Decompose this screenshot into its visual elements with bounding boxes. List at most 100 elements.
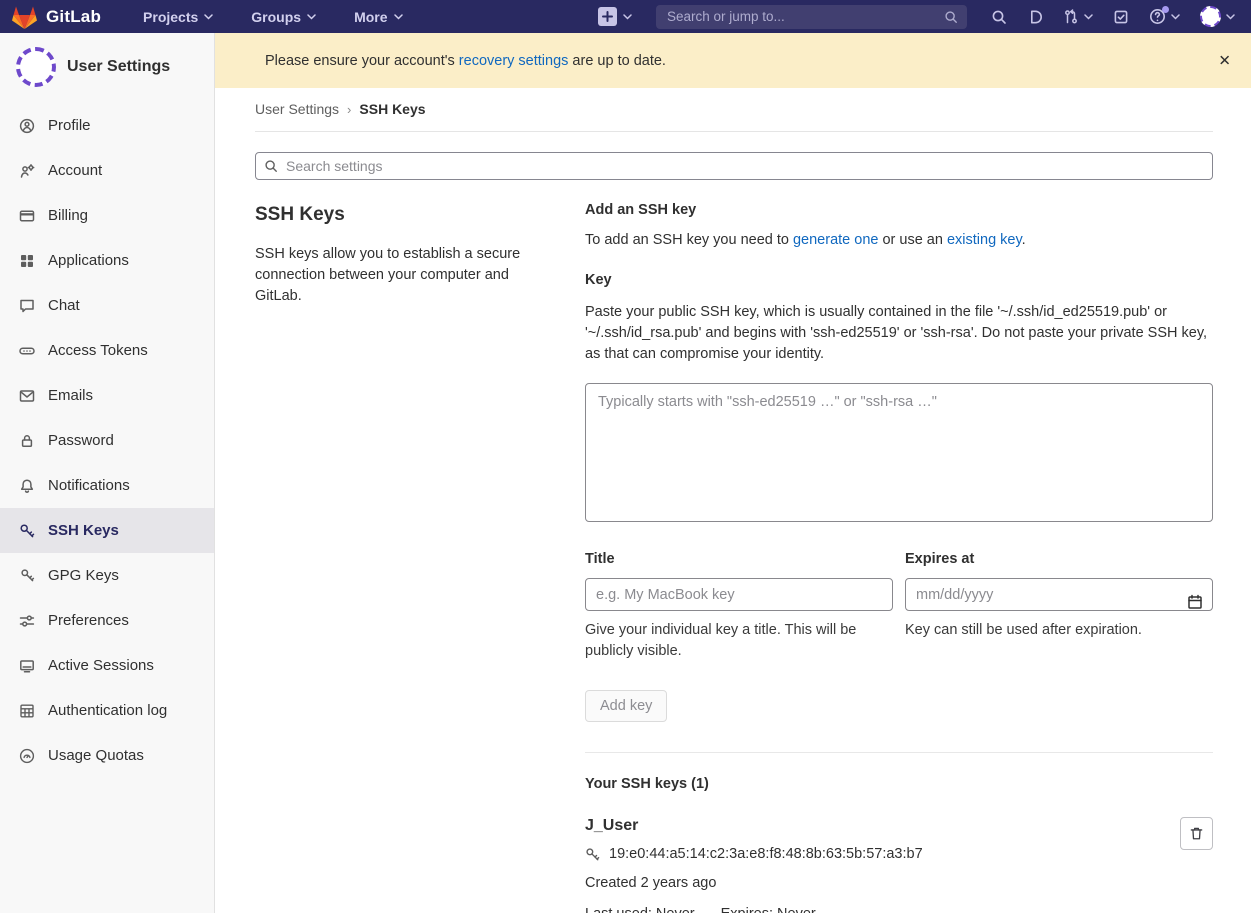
notification-dot [1162, 6, 1169, 13]
sidebar-item-applications[interactable]: Applications [0, 238, 214, 283]
global-search-input[interactable] [665, 8, 944, 25]
expires-field-help: Key can still be used after expiration. [905, 620, 1213, 641]
sidebar-item-label: Access Tokens [48, 342, 148, 359]
alert-text-after: are up to date. [568, 53, 666, 69]
your-ssh-keys-heading: Your SSH keys (1) [585, 776, 1213, 792]
main-content: Please ensure your account's recovery se… [215, 33, 1251, 913]
alert-close-button[interactable]: ✕ [1214, 49, 1235, 72]
breadcrumb: User Settings › SSH Keys [255, 88, 1213, 132]
nav-todos-button[interactable] [1113, 9, 1129, 25]
chevron-down-icon [307, 14, 316, 20]
intro-text-before: To add an SSH key you need to [585, 232, 793, 248]
sidebar-item-label: SSH Keys [48, 522, 119, 539]
nav-more-label: More [354, 9, 387, 25]
sidebar-item-label: Account [48, 162, 102, 179]
chevron-down-icon [1084, 14, 1093, 20]
ssh-key-name: J_User [585, 817, 923, 835]
merge-request-icon [1063, 9, 1079, 25]
alert-text: Please ensure your account's recovery se… [265, 53, 666, 69]
title-field: Title Give your individual key a title. … [585, 551, 893, 662]
ssh-key-meta: Last used: Never Expires: Never [585, 906, 923, 913]
nav-search-button[interactable] [991, 9, 1007, 25]
expires-field: Expires at Key can still be used after e… [905, 551, 1213, 662]
gitlab-app: GitLab Projects Groups More [0, 0, 1251, 913]
ssh-key-fingerprint-row: 19:e0:44:a5:14:c2:3a:e8:f8:48:8b:63:5b:5… [585, 846, 923, 862]
sidebar-item-active-sessions[interactable]: Active Sessions [0, 643, 214, 688]
sidebar-item-chat[interactable]: Chat [0, 283, 214, 328]
title-input[interactable] [585, 578, 893, 611]
ssh-key-expires: Expires: Never [721, 906, 816, 913]
generate-one-link[interactable]: generate one [793, 232, 878, 248]
sidebar-item-label: Password [48, 432, 114, 449]
expires-at-input[interactable] [905, 578, 1213, 611]
settings-sidebar: User Settings Profile Account Billing [0, 33, 215, 913]
sidebar-item-label: Usage Quotas [48, 747, 144, 764]
existing-key-link[interactable]: existing key [947, 232, 1022, 248]
search-icon [944, 10, 958, 24]
nav-more[interactable]: More [354, 9, 402, 25]
todo-check-icon [1113, 9, 1129, 25]
sidebar-item-account[interactable]: Account [0, 148, 214, 193]
user-avatar [16, 47, 56, 87]
nav-merge-requests-button[interactable] [1063, 9, 1093, 25]
sidebar-nav: Profile Account Billing Applications Cha [0, 103, 214, 778]
nav-issues-button[interactable] [1027, 9, 1043, 25]
search-icon [264, 159, 278, 178]
ssh-key-created: Created 2 years ago [585, 875, 923, 891]
ssh-key-list-item: J_User 19:e0:44:a5:14:c2:3a:e8:f8:48:8b:… [585, 817, 1213, 913]
sidebar-item-access-tokens[interactable]: Access Tokens [0, 328, 214, 373]
title-expiry-row: Title Give your individual key a title. … [585, 551, 1213, 662]
sidebar-item-billing[interactable]: Billing [0, 193, 214, 238]
applications-icon [19, 253, 35, 269]
sidebar-item-authentication-log[interactable]: Authentication log [0, 688, 214, 733]
sidebar-item-password[interactable]: Password [0, 418, 214, 463]
sidebar-item-emails[interactable]: Emails [0, 373, 214, 418]
page-title: SSH Keys [255, 204, 525, 226]
ssh-keys-section: SSH Keys SSH keys allow you to establish… [255, 202, 1213, 913]
add-ssh-key-heading: Add an SSH key [585, 202, 1213, 218]
breadcrumb-separator: › [347, 102, 351, 117]
intro-text-after: . [1022, 232, 1026, 248]
ssh-key-textarea[interactable] [585, 383, 1213, 522]
sidebar-item-ssh-keys[interactable]: SSH Keys [0, 508, 214, 553]
sidebar-item-profile[interactable]: Profile [0, 103, 214, 148]
tanuki-icon [12, 5, 37, 29]
ssh-key-details: J_User 19:e0:44:a5:14:c2:3a:e8:f8:48:8b:… [585, 817, 923, 913]
chevron-down-icon [204, 14, 213, 20]
nav-projects-label: Projects [143, 9, 198, 25]
nav-groups[interactable]: Groups [251, 9, 316, 25]
notifications-icon [19, 478, 35, 494]
sidebar-item-label: Notifications [48, 477, 130, 494]
sidebar-item-preferences[interactable]: Preferences [0, 598, 214, 643]
sidebar-item-notifications[interactable]: Notifications [0, 463, 214, 508]
breadcrumb-user-settings[interactable]: User Settings [255, 101, 339, 117]
title-field-help: Give your individual key a title. This w… [585, 620, 893, 662]
sidebar-item-label: Chat [48, 297, 80, 314]
password-icon [19, 433, 35, 449]
chevron-down-icon [1226, 14, 1235, 20]
nav-help-button[interactable] [1149, 8, 1180, 25]
add-key-button[interactable]: Add key [585, 690, 667, 722]
nav-user-menu[interactable] [1200, 6, 1235, 27]
sidebar-item-label: Active Sessions [48, 657, 154, 674]
recovery-settings-link[interactable]: recovery settings [459, 53, 569, 69]
sidebar-item-label: GPG Keys [48, 567, 119, 584]
alert-text-before: Please ensure your account's [265, 53, 459, 69]
preferences-icon [19, 613, 35, 629]
avatar [1200, 6, 1221, 27]
authentication-log-icon [19, 703, 35, 719]
settings-search-input[interactable] [255, 152, 1213, 180]
emails-icon [19, 388, 35, 404]
new-menu-button[interactable] [598, 7, 632, 26]
delete-key-button[interactable] [1180, 817, 1213, 850]
sidebar-item-label: Applications [48, 252, 129, 269]
gitlab-home-link[interactable]: GitLab [12, 5, 101, 29]
calendar-icon[interactable] [1187, 594, 1203, 615]
brand-name: GitLab [46, 7, 101, 27]
nav-projects[interactable]: Projects [143, 9, 213, 25]
chevron-down-icon [1171, 14, 1180, 20]
profile-icon [19, 118, 35, 134]
sidebar-item-usage-quotas[interactable]: Usage Quotas [0, 733, 214, 778]
sidebar-item-gpg-keys[interactable]: GPG Keys [0, 553, 214, 598]
section-description: SSH keys allow you to establish a secure… [255, 244, 525, 307]
